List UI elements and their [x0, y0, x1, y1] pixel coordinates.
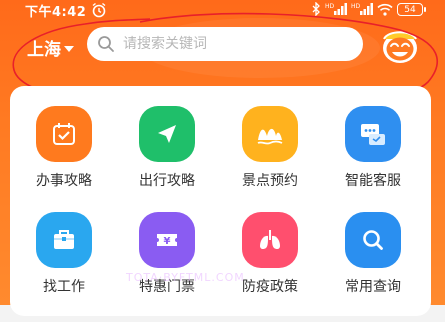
chat-bubbles-icon	[345, 106, 401, 162]
search-input[interactable]	[121, 35, 355, 53]
service-label: 景点预约	[242, 173, 298, 189]
service-label: 找工作	[43, 279, 85, 295]
ticket-yen-icon: ¥	[139, 212, 195, 268]
service-label: 智能客服	[345, 173, 401, 189]
lungs-icon	[242, 212, 298, 268]
magnifier-icon	[345, 212, 401, 268]
service-tile[interactable]: 办事攻略	[14, 106, 114, 216]
service-label: 办事攻略	[36, 173, 92, 189]
service-tile[interactable]: 防疫政策	[220, 212, 320, 322]
smiley-mascot-icon[interactable]	[380, 27, 420, 65]
bluetooth-icon	[312, 2, 320, 16]
watermark-text: TOTA·BYFTML.COM	[126, 271, 245, 284]
wifi-icon	[377, 3, 393, 16]
alarm-icon	[92, 2, 106, 18]
search-bar[interactable]	[87, 27, 363, 61]
svg-text:¥: ¥	[164, 236, 171, 247]
scenic-mountains-icon	[242, 106, 298, 162]
svg-text:HD: HD	[325, 3, 335, 10]
service-tile[interactable]: 景点预约	[220, 106, 320, 216]
city-selector[interactable]: 上海	[27, 35, 74, 60]
service-tile[interactable]: 常用查询	[323, 212, 423, 322]
battery-icon: 54	[397, 2, 426, 16]
service-label: 出行攻略	[139, 173, 195, 189]
briefcase-icon	[36, 212, 92, 268]
signal-hd-icon: HD	[351, 3, 373, 15]
chevron-down-icon	[64, 45, 74, 52]
signal-hd-icon: HD	[325, 3, 347, 15]
service-tile[interactable]: 智能客服	[323, 106, 423, 216]
paper-plane-icon	[139, 106, 195, 162]
calendar-check-icon	[36, 106, 92, 162]
service-tile[interactable]: 出行攻略	[117, 106, 217, 216]
status-time: 下午4:42	[25, 5, 87, 20]
service-label: 常用查询	[345, 279, 401, 295]
search-icon	[98, 36, 114, 52]
svg-text:HD: HD	[351, 3, 361, 10]
header: 上海	[0, 20, 445, 76]
status-bar: 下午4:42 HD HD 54	[0, 0, 445, 20]
city-label: 上海	[27, 40, 61, 60]
service-tile[interactable]: 找工作	[14, 212, 114, 322]
status-icons: HD HD 54	[312, 2, 426, 16]
service-tile[interactable]: ¥ 特惠门票	[117, 212, 217, 322]
